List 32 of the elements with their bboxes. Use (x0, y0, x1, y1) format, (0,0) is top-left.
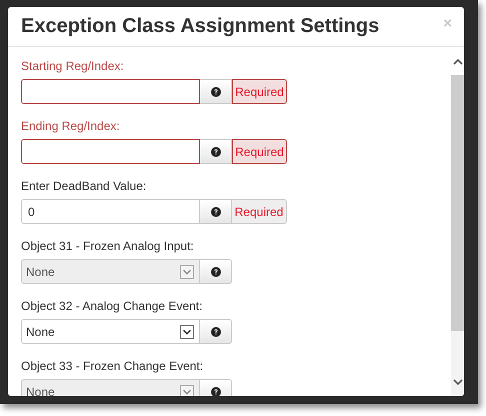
scroll-thumb[interactable] (451, 75, 464, 331)
help-button[interactable] (200, 259, 232, 284)
field-label: Object 32 - Analog Change Event: (21, 299, 202, 313)
field-label: Ending Reg/Index: (21, 119, 120, 133)
help-icon (210, 266, 220, 276)
chevron-down-icon (180, 384, 194, 396)
chevron-down-icon (180, 324, 194, 338)
text-field[interactable] (21, 139, 200, 164)
help-icon (210, 206, 220, 216)
field-label: Starting Reg/Index: (21, 59, 124, 73)
text-field[interactable] (21, 79, 200, 104)
field-label: Enter DeadBand Value: (21, 179, 146, 193)
help-icon (210, 146, 220, 156)
scrollbar[interactable] (451, 47, 464, 396)
help-button[interactable] (200, 319, 232, 344)
help-icon (210, 86, 220, 96)
chevron-down-icon (180, 264, 194, 278)
required-addon: Required (232, 79, 287, 104)
field-label: Object 31 - Frozen Analog Input: (21, 239, 194, 253)
help-button[interactable] (200, 199, 232, 224)
help-icon (210, 386, 220, 396)
help-button[interactable] (200, 79, 232, 104)
required-addon: Required (232, 199, 287, 224)
scroll-up-icon[interactable] (452, 58, 462, 64)
field-label: Object 33 - Frozen Change Event: (21, 359, 204, 373)
help-button[interactable] (200, 139, 232, 164)
scroll-down-icon[interactable] (452, 378, 462, 386)
required-addon: Required (232, 139, 287, 164)
dialog-title: Exception Class Assignment Settings (21, 15, 380, 38)
select-field[interactable]: None (21, 319, 200, 344)
help-icon (210, 326, 220, 336)
text-field[interactable]: 0 (21, 199, 200, 224)
